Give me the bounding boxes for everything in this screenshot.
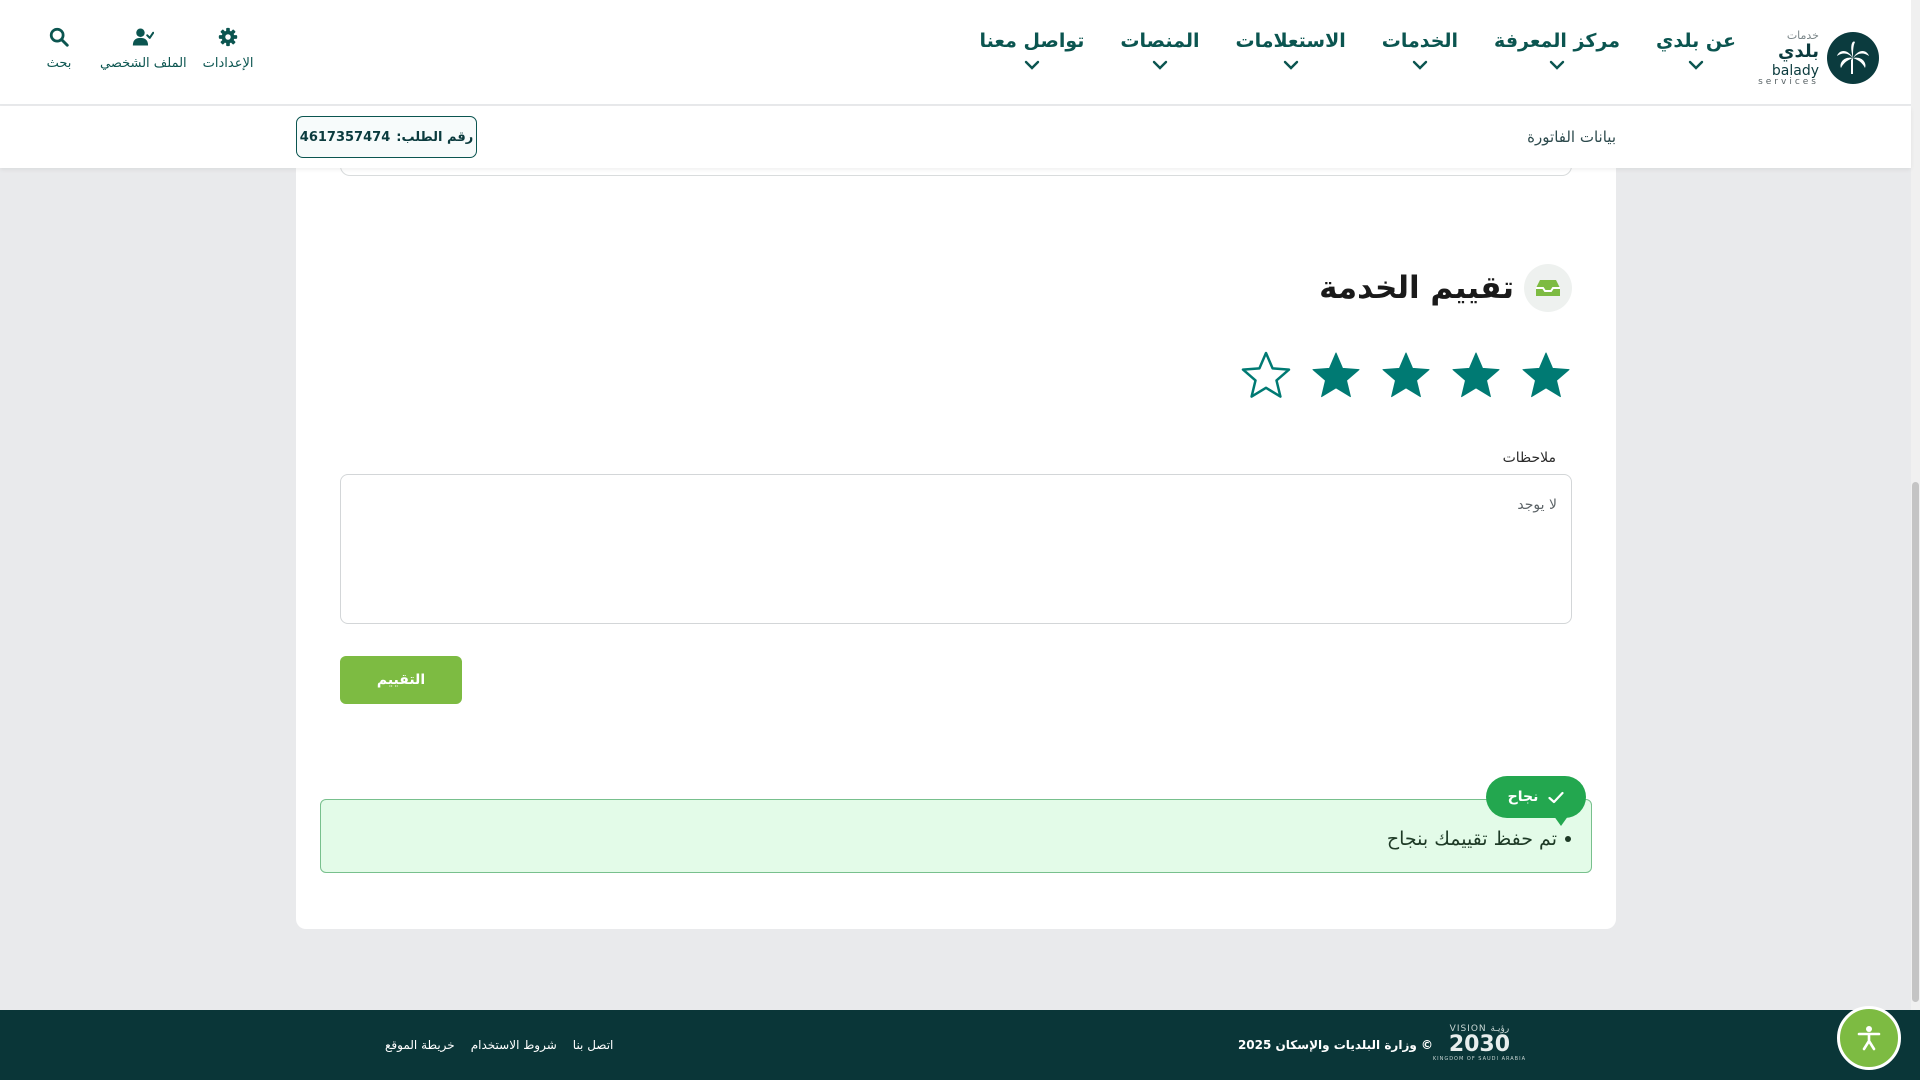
- star-rating: [1240, 350, 1572, 402]
- alert-message-row: تم حفظ تقييمك بنجاح: [1387, 828, 1571, 850]
- nav-label: مركز المعرفة: [1494, 30, 1621, 52]
- nav-label: الاستعلامات: [1235, 30, 1346, 52]
- toast-label: نجاح: [1507, 789, 1539, 805]
- star-filled-icon[interactable]: [1310, 350, 1362, 402]
- search-label: بحث: [46, 56, 72, 71]
- nav-label: الخدمات: [1381, 30, 1459, 52]
- bullet-icon: [1565, 836, 1571, 842]
- notes-label: ملاحظات: [1502, 450, 1556, 466]
- main-nav: عن بلدي مركز المعرفة الخدمات الاستعلامات…: [980, 30, 1736, 70]
- chevron-down-icon: [1688, 60, 1704, 70]
- chevron-down-icon: [1412, 60, 1428, 70]
- rating-card: تقييم الخدمة ملاحظات لا يوجد التقييم تم …: [296, 140, 1616, 929]
- chevron-down-icon: [1152, 60, 1168, 70]
- invoice-subbar: بيانات الفاتورة رقم الطلب: 4617357474: [0, 106, 1911, 168]
- alert-message: تم حفظ تقييمك بنجاح: [1386, 828, 1557, 850]
- subbar-title: بيانات الفاتورة: [1527, 128, 1616, 146]
- nav-label: تواصل معنا: [979, 30, 1085, 52]
- logo-en-big: balady: [1771, 62, 1819, 79]
- chevron-down-icon: [1024, 60, 1040, 70]
- star-empty-icon[interactable]: [1240, 350, 1292, 402]
- logo-ar-small: خدمات: [1786, 28, 1819, 42]
- chevron-down-icon: [1549, 60, 1565, 70]
- notes-textarea[interactable]: لا يوجد: [340, 474, 1572, 624]
- rating-section-header: تقييم الخدمة: [1319, 264, 1572, 312]
- footer-link-sitemap[interactable]: خريطة الموقع: [385, 1038, 455, 1052]
- order-number-value: 4617357474: [299, 129, 391, 145]
- order-number-badge: رقم الطلب: 4617357474: [296, 116, 477, 158]
- palm-emblem-icon: [1827, 32, 1879, 84]
- balady-logo[interactable]: خدمات بلدي balady services: [1758, 28, 1879, 88]
- star-filled-icon[interactable]: [1450, 350, 1502, 402]
- star-filled-icon[interactable]: [1380, 350, 1432, 402]
- vision-2030-logo: VISION رؤيـة 2030 KINGDOM OF SAUDI ARABI…: [1433, 1024, 1526, 1062]
- nav-label: المنصات: [1120, 30, 1200, 52]
- footer-links: اتصل بنا شروط الاستخدام خريطة الموقع: [385, 1038, 613, 1052]
- search-icon: [49, 27, 69, 47]
- check-icon: [1548, 791, 1564, 803]
- nav-item-knowledge-center[interactable]: مركز المعرفة: [1494, 30, 1620, 70]
- settings-label: الإعدادات: [202, 56, 254, 71]
- chevron-down-icon: [1283, 60, 1298, 70]
- logo-ar-big: بلدي: [1777, 40, 1819, 62]
- site-footer: VISION رؤيـة 2030 KINGDOM OF SAUDI ARABI…: [0, 1010, 1920, 1080]
- gear-icon: [218, 27, 238, 47]
- profile-label: الملف الشخصي: [100, 56, 187, 71]
- scrollbar-thumb[interactable]: [1912, 482, 1919, 1002]
- search-button[interactable]: بحث: [34, 26, 84, 71]
- section-title: تقييم الخدمة: [1319, 270, 1514, 306]
- submit-rating-button[interactable]: التقييم: [340, 656, 462, 704]
- nav-label: عن بلدي: [1656, 30, 1736, 52]
- settings-button[interactable]: الإعدادات: [203, 26, 254, 71]
- top-header: خدمات بلدي balady services عن بلدي مركز …: [0, 0, 1911, 105]
- vision-sub-text: KINGDOM OF SAUDI ARABIA: [1432, 1056, 1526, 1062]
- accessibility-button[interactable]: [1837, 1006, 1901, 1070]
- footer-link-terms[interactable]: شروط الاستخدام: [471, 1038, 557, 1052]
- success-alert: تم حفظ تقييمك بنجاح: [320, 799, 1592, 873]
- order-number-label: رقم الطلب:: [396, 129, 474, 145]
- user-check-icon: [133, 28, 155, 46]
- header-tools: بحث الملف الشخصي الإعدادات: [34, 26, 254, 71]
- nav-item-inquiries[interactable]: الاستعلامات: [1235, 30, 1346, 70]
- logo-wordmark: خدمات بلدي balady services: [1758, 30, 1819, 87]
- inbox-icon: [1524, 264, 1572, 312]
- nav-item-services[interactable]: الخدمات: [1382, 30, 1458, 70]
- profile-button[interactable]: الملف الشخصي: [100, 26, 187, 71]
- accessibility-icon: [1857, 1026, 1881, 1051]
- copyright-text: © وزارة البلديات والإسكان 2025: [1237, 1038, 1433, 1052]
- nav-item-about[interactable]: عن بلدي: [1656, 30, 1736, 70]
- star-filled-icon[interactable]: [1520, 350, 1572, 402]
- footer-link-contact[interactable]: اتصل بنا: [573, 1038, 614, 1052]
- vision-number: 2030: [1448, 1032, 1511, 1057]
- logo-en-small: services: [1758, 76, 1819, 87]
- nav-item-platforms[interactable]: المنصات: [1120, 30, 1199, 70]
- success-toast: نجاح: [1486, 776, 1586, 818]
- nav-item-contact[interactable]: تواصل معنا: [979, 30, 1085, 70]
